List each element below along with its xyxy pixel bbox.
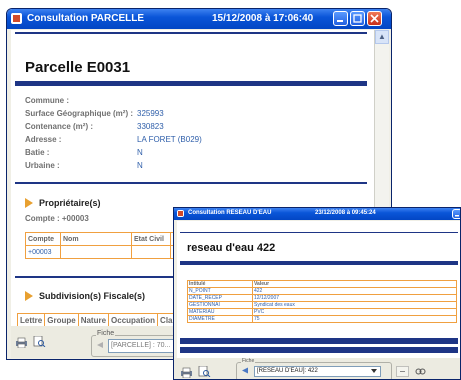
table-cell: PVC bbox=[252, 308, 457, 316]
window-title: Consultation RESEAU D'EAU bbox=[188, 210, 272, 216]
maximize-icon bbox=[353, 14, 362, 23]
next-button-icon[interactable] bbox=[396, 366, 409, 377]
table-cell: Syndicat des eaux bbox=[252, 301, 457, 309]
window-datetime: 15/12/2008 à 17:06:40 bbox=[212, 13, 314, 24]
table-cell bbox=[131, 245, 171, 259]
reseau-content: reseau d'eau 422 Intitulé Valeur N_POINT… bbox=[177, 221, 460, 358]
owners-count: Compte : +00003 bbox=[25, 214, 89, 223]
table-row[interactable]: MATERIAU PVC bbox=[187, 308, 457, 316]
minimize-button[interactable] bbox=[452, 209, 460, 219]
table-row[interactable]: DATE_RECEP 12/12/2007 bbox=[187, 294, 457, 302]
table-header-row: Intitulé Valeur bbox=[187, 280, 457, 288]
footer-bar bbox=[180, 338, 458, 344]
table-cell: 422 bbox=[252, 287, 457, 295]
table-header-row: Compte Nom Etat Civil A bbox=[25, 232, 186, 246]
fiscal-title: Subdivision(s) Fiscale(s) bbox=[39, 291, 146, 301]
previous-arrow-icon[interactable] bbox=[95, 341, 105, 349]
print-icon[interactable] bbox=[180, 367, 193, 378]
parcelle-heading: Parcelle E0031 bbox=[25, 59, 131, 76]
column-header: Nature bbox=[77, 313, 110, 326]
print-icon[interactable] bbox=[15, 337, 28, 348]
reseau-footer: Fiche [RESEAU D'EAU]: 422 bbox=[174, 358, 460, 379]
close-icon bbox=[370, 14, 379, 23]
column-header: Valeur bbox=[252, 280, 457, 288]
fiche-legend: Fiche bbox=[241, 358, 256, 364]
attributes-table: Intitulé Valeur N_POINT 422 DATE_RECEP 1… bbox=[187, 280, 457, 323]
window-datetime: 23/12/2008 à 09:45:24 bbox=[315, 210, 376, 216]
urbaine-label: Urbaine : bbox=[25, 161, 60, 170]
owners-title: Propriétaire(s) bbox=[39, 198, 101, 208]
column-header: Occupation bbox=[108, 313, 159, 326]
table-cell: DIAMETRE bbox=[187, 315, 253, 323]
close-button[interactable] bbox=[367, 11, 382, 26]
fiche-legend: Fiche bbox=[96, 330, 116, 337]
fiche-group: Fiche [RESEAU D'EAU]: 422 bbox=[236, 358, 392, 379]
batie-value: N bbox=[137, 148, 143, 157]
column-header: Etat Civil bbox=[131, 232, 171, 246]
table-cell bbox=[60, 245, 132, 259]
top-divider bbox=[15, 32, 367, 34]
reseau-titlebar[interactable]: Consultation RESEAU D'EAU 23/12/2008 à 0… bbox=[174, 208, 460, 220]
table-cell: GESTIONNAI bbox=[187, 301, 253, 309]
surface-label: Surface Géographique (m²) : bbox=[25, 109, 134, 118]
contenance-label: Contenance (m²) : bbox=[25, 122, 93, 131]
surface-value: 325993 bbox=[137, 109, 164, 118]
table-header-row: Lettre Groupe Nature Occupation Clas bbox=[16, 313, 180, 326]
column-header: Intitulé bbox=[187, 280, 253, 288]
column-header: Compte bbox=[25, 232, 61, 246]
batie-label: Batie : bbox=[25, 148, 50, 157]
section-divider bbox=[15, 182, 367, 184]
preview-icon[interactable] bbox=[198, 366, 211, 377]
table-cell: MATERIAU bbox=[187, 308, 253, 316]
owners-table: Compte Nom Etat Civil A +00003 L bbox=[25, 232, 186, 259]
preview-icon[interactable] bbox=[33, 336, 46, 347]
column-header: Lettre bbox=[16, 313, 46, 326]
heading-bar bbox=[180, 261, 458, 265]
table-cell: 12/12/2007 bbox=[252, 294, 457, 302]
table-cell: N_POINT bbox=[187, 287, 253, 295]
window-title: Consultation PARCELLE bbox=[27, 13, 145, 24]
heading-bar bbox=[15, 81, 367, 86]
table-cell: DATE_RECEP bbox=[187, 294, 253, 302]
section-arrow-icon bbox=[25, 198, 33, 208]
chevron-down-icon[interactable] bbox=[370, 367, 378, 375]
app-icon bbox=[177, 210, 184, 217]
top-divider bbox=[180, 232, 458, 233]
table-row[interactable]: +00003 L bbox=[25, 245, 186, 259]
app-icon bbox=[11, 13, 22, 24]
adresse-label: Adresse : bbox=[25, 135, 62, 144]
link-icon[interactable] bbox=[414, 366, 427, 377]
section-arrow-icon bbox=[25, 291, 33, 301]
table-row[interactable]: N_POINT 422 bbox=[187, 287, 457, 295]
maximize-button[interactable] bbox=[350, 11, 365, 26]
minimize-icon bbox=[337, 20, 343, 22]
footer-bar bbox=[180, 347, 458, 353]
table-cell: 75 bbox=[252, 315, 457, 323]
table-row[interactable]: DIAMETRE 75 bbox=[187, 315, 457, 323]
reseau-heading: reseau d'eau 422 bbox=[187, 242, 276, 254]
table-cell: +00003 bbox=[25, 245, 61, 259]
table-row[interactable]: GESTIONNAI Syndicat des eaux bbox=[187, 301, 457, 309]
reseau-window: Consultation RESEAU D'EAU 23/12/2008 à 0… bbox=[173, 207, 461, 380]
contenance-value: 330823 bbox=[137, 122, 164, 131]
adresse-value: LA FORET (B029) bbox=[137, 135, 202, 144]
fiche-select[interactable]: [RESEAU D'EAU]: 422 bbox=[254, 366, 381, 377]
column-header: Nom bbox=[60, 232, 132, 246]
urbaine-value: N bbox=[137, 161, 143, 170]
column-header: Groupe bbox=[44, 313, 79, 326]
fiscal-table: Lettre Groupe Nature Occupation Clas bbox=[16, 313, 180, 326]
minimize-icon bbox=[455, 215, 459, 217]
parcelle-titlebar[interactable]: Consultation PARCELLE 15/12/2008 à 17:06… bbox=[7, 9, 391, 29]
previous-arrow-icon[interactable] bbox=[241, 367, 250, 374]
minimize-button[interactable] bbox=[333, 11, 348, 26]
commune-label: Commune : bbox=[25, 96, 69, 105]
scroll-up-icon[interactable]: ▲ bbox=[375, 30, 389, 44]
